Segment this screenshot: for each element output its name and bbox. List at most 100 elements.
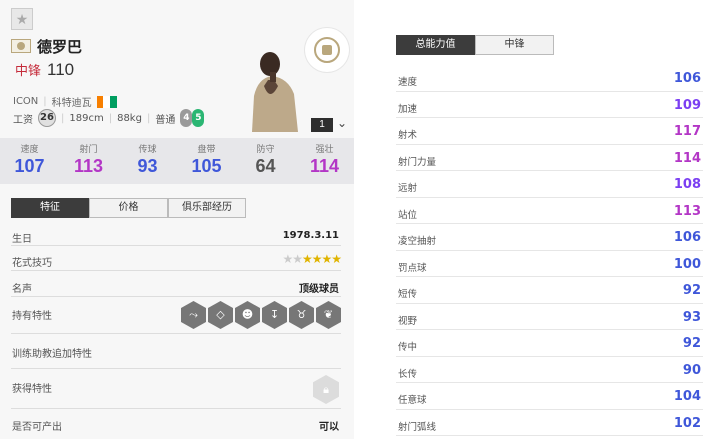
attribute-label: 速度 (398, 77, 418, 88)
player-position: 中锋 (15, 64, 42, 79)
diamond-icon[interactable]: ◇ (208, 301, 233, 329)
attribute-label: 短传 (398, 289, 418, 300)
attribute-value: 93 (682, 309, 701, 325)
attribute-row: 射术 117 (396, 118, 703, 145)
attribute-row: 罚点球 100 (396, 251, 703, 277)
attribute-label: 射门弧线 (398, 421, 437, 433)
traits-label: 持有特性 (12, 311, 52, 322)
attribute-row: 视野 93 (396, 304, 703, 330)
skill-moves-label: 花式技巧 (12, 258, 52, 269)
attribute-label: 罚点球 (398, 262, 427, 274)
right-foot-rating: 5 (192, 109, 205, 127)
stat-label: 射门 (79, 145, 98, 155)
lungs-icon[interactable]: ❦ (316, 301, 341, 329)
attribute-value: 117 (673, 124, 701, 139)
attribute-label: 射门力量 (398, 156, 437, 168)
attribute-row: 长传 90 (396, 357, 703, 383)
physical-meta-row: 工资 26 | 189cm | 88kg | 普通 4 5 (13, 109, 205, 127)
player-name: 德罗巴 (37, 37, 83, 56)
attribute-value: 106 (673, 230, 701, 245)
attribute-row: 远射 108 (396, 171, 703, 198)
skill-stars-icon: ★★★★★★ (282, 252, 342, 266)
stat-label: 盘带 (197, 145, 216, 155)
stat-label: 速度 (20, 145, 39, 155)
stat-value: 64 (255, 156, 276, 176)
stat-shooting: 射门 113 (59, 138, 118, 184)
attribute-row: 站位 113 (396, 198, 703, 224)
obtainable-row: 是否可产出 可以 (11, 409, 341, 435)
reputation-label: 名声 (12, 284, 32, 295)
icon-card-emblem-icon (305, 28, 349, 72)
stat-value: 105 (191, 156, 222, 176)
summary-stats-bar: 速度 107 射门 113 传球 93 盘带 105 防守 64 强壮 114 (0, 138, 354, 184)
attribute-label: 射术 (398, 130, 418, 141)
attribute-row: 射门力量 114 (396, 145, 703, 171)
tab-traits[interactable]: 特征 (11, 198, 89, 218)
card-type: ICON (13, 96, 39, 107)
lock-icon: 🔒︎ (313, 375, 339, 404)
attribute-row: 速度 106 (396, 65, 703, 92)
attribute-row: 射门弧线 102 (396, 410, 703, 436)
dive-header-icon[interactable]: ⤳ (181, 301, 206, 329)
attribute-value: 109 (673, 97, 701, 113)
tab-striker[interactable]: 中锋 (475, 35, 554, 55)
bull-icon[interactable]: ♉ (289, 301, 314, 329)
player-info-panel: ★ 德罗巴 中锋 110 ICON | 科特迪瓦 工资 26 | 189cm |… (0, 0, 354, 439)
tab-price[interactable]: 价格 (89, 198, 168, 218)
attribute-value: 90 (682, 362, 701, 378)
level-badge[interactable]: 1 (311, 118, 333, 132)
nationality: 科特迪瓦 (51, 98, 92, 109)
stat-value: 114 (309, 156, 340, 176)
player-portrait (244, 46, 304, 132)
stat-value: 93 (137, 156, 158, 176)
acquired-traits-label: 获得特性 (12, 384, 52, 395)
attribute-value: 100 (673, 256, 701, 272)
stat-value: 107 (14, 156, 45, 176)
info-tabs: 特征 价格 俱乐部经历 (11, 198, 246, 218)
traits-row: 持有特性 ⤳ ◇ ☻ ↧ ♉ ❦ (11, 297, 341, 334)
finesse-shot-icon[interactable]: ↧ (262, 301, 287, 329)
player-overall: 110 (47, 60, 75, 79)
stat-dribbling: 盘带 105 (177, 138, 236, 184)
obtainable-label: 是否可产出 (12, 422, 62, 433)
stat-defending: 防守 64 (236, 138, 295, 184)
attribute-row: 传中 92 (396, 330, 703, 357)
attribute-value: 106 (673, 71, 701, 86)
birthday-label: 生日 (12, 234, 32, 245)
attribute-row: 加速 109 (396, 92, 703, 118)
attribute-value: 108 (673, 177, 701, 192)
attribute-label: 加速 (398, 103, 418, 115)
height: 189cm (69, 112, 104, 124)
traits-list: ⤳ ◇ ☻ ↧ ♉ ❦ (181, 301, 341, 329)
reputation-value: 顶级球员 (299, 284, 339, 295)
attribute-value: 92 (682, 283, 701, 298)
power-header-icon[interactable]: ☻ (235, 301, 260, 329)
card-meta-row: ICON | 科特迪瓦 (13, 94, 117, 109)
stat-pace: 速度 107 (0, 138, 59, 184)
attribute-label: 站位 (398, 209, 418, 221)
attribute-label: 任意球 (398, 395, 427, 406)
favorite-star-icon[interactable]: ★ (11, 8, 33, 30)
coach-traits-row: 训练助教追加特性 (11, 334, 341, 369)
attribute-row: 短传 92 (396, 277, 703, 304)
ivory-coast-flag-icon (96, 95, 117, 108)
stat-passing: 传球 93 (118, 138, 177, 184)
birthday-value: 1978.3.11 (282, 230, 339, 241)
attribute-row: 任意球 104 (396, 383, 703, 410)
tab-total-attributes[interactable]: 总能力值 (396, 35, 475, 55)
player-header: 德罗巴 (11, 36, 82, 56)
tab-club-history[interactable]: 俱乐部经历 (168, 198, 246, 218)
chevron-down-icon[interactable]: ⌄ (337, 116, 347, 130)
stat-label: 传球 (138, 145, 157, 155)
stat-physical: 强壮 114 (295, 138, 354, 184)
position-row: 中锋 110 (15, 60, 74, 80)
attribute-label: 视野 (398, 315, 418, 327)
weak-foot-icon: 4 5 (180, 109, 205, 127)
skill-moves-row: 花式技巧 ★★★★★★ (11, 246, 342, 271)
attribute-list: 速度 106 加速 109 射术 117 射门力量 114 远射 108 站位 113 凌空抽射 106 罚… (396, 65, 703, 436)
coach-traits-label: 训练助教追加特性 (12, 349, 92, 360)
attribute-label: 长传 (398, 368, 418, 380)
stat-label: 防守 (256, 145, 275, 155)
attribute-value: 113 (673, 203, 701, 219)
left-foot-rating: 4 (180, 109, 193, 127)
